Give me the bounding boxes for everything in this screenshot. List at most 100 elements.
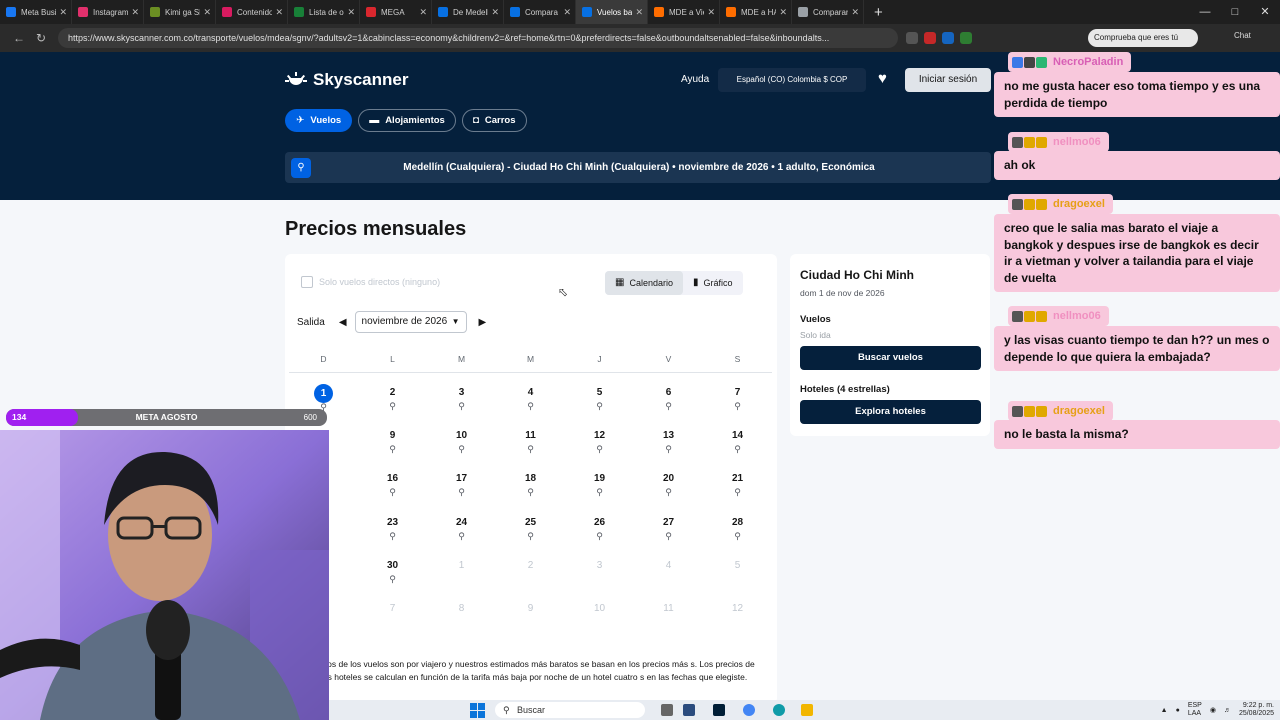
reload-icon[interactable]: ↻	[30, 31, 52, 45]
search-icon[interactable]: ⚲	[734, 401, 741, 412]
browser-tab[interactable]: Vuelos barato✕	[576, 0, 648, 24]
search-icon[interactable]: ⚲	[596, 401, 603, 412]
search-icon[interactable]: ⚲	[596, 444, 603, 455]
next-month-icon[interactable]: ▶	[479, 317, 487, 328]
calendar-day[interactable]: 5 ⚲	[565, 384, 634, 427]
tab-alojamientos[interactable]: ▬ Alojamientos	[358, 109, 456, 132]
browser-tab[interactable]: Contenido del✕	[216, 0, 288, 24]
search-icon[interactable]: ⚲	[458, 531, 465, 542]
calendar-day[interactable]: 18 ⚲	[496, 470, 565, 513]
calendar-day[interactable]: 17 ⚲	[427, 470, 496, 513]
search-flights-button[interactable]: Buscar vuelos	[800, 346, 981, 370]
extension-icon[interactable]	[924, 32, 936, 44]
close-window-icon[interactable]: ✕	[1250, 0, 1280, 24]
search-icon[interactable]: ⚲	[596, 487, 603, 498]
language-indicator[interactable]: ESP LAA	[1188, 702, 1202, 718]
extension-icon[interactable]	[942, 32, 954, 44]
minimize-icon[interactable]: —	[1190, 0, 1220, 24]
chrome-icon[interactable]	[743, 704, 755, 716]
login-button[interactable]: Iniciar sesión	[905, 68, 991, 92]
search-summary-text[interactable]: Medellín (Cualquiera) - Ciudad Ho Chi Mi…	[317, 162, 991, 173]
photoshop-icon[interactable]	[713, 704, 725, 716]
help-link[interactable]: Ayuda	[681, 74, 709, 85]
browser-tab[interactable]: Kimi ga Shinu✕	[144, 0, 216, 24]
search-icon[interactable]: ⚲	[389, 444, 396, 455]
search-icon[interactable]: ⚲	[389, 401, 396, 412]
wifi-icon[interactable]: ◉	[1210, 706, 1216, 714]
search-button[interactable]: ⚲	[285, 152, 317, 183]
close-tab-icon[interactable]: ✕	[59, 7, 67, 18]
browser-tab[interactable]: MDE a Vietnam✕	[648, 0, 720, 24]
search-icon[interactable]: ⚲	[389, 574, 396, 585]
calendar-day[interactable]: 12 ⚲	[565, 427, 634, 470]
close-tab-icon[interactable]: ✕	[203, 7, 211, 18]
search-icon[interactable]: ⚲	[734, 487, 741, 498]
search-icon[interactable]: ⚲	[458, 444, 465, 455]
calendar-day[interactable]: 16 ⚲	[358, 470, 427, 513]
calendar-day[interactable]: 14 ⚲	[703, 427, 772, 470]
calendar-day[interactable]: 21 ⚲	[703, 470, 772, 513]
close-tab-icon[interactable]: ✕	[491, 7, 499, 18]
month-select[interactable]: noviembre de 2026 ▼	[354, 311, 467, 333]
close-tab-icon[interactable]: ✕	[131, 7, 139, 18]
locale-button[interactable]: Español (CO) Colombia $ COP	[718, 68, 866, 92]
extension-icon[interactable]	[960, 32, 972, 44]
browser-tab[interactable]: Lista de obras✕	[288, 0, 360, 24]
close-tab-icon[interactable]: ✕	[635, 7, 643, 18]
direct-flights-checkbox[interactable]: Solo vuelos directos (ninguno)	[301, 276, 440, 288]
calendar-day[interactable]: 13 ⚲	[634, 427, 703, 470]
checkbox-box[interactable]	[301, 276, 313, 288]
back-icon[interactable]: ←	[8, 31, 30, 45]
calendar-day[interactable]: 3 ⚲	[427, 384, 496, 427]
browser-tab[interactable]: MDE a HAN, 2✕	[720, 0, 792, 24]
browser-tab[interactable]: Meta Business✕	[0, 0, 72, 24]
search-summary-bar[interactable]: ⚲ Medellín (Cualquiera) - Ciudad Ho Chi …	[285, 152, 991, 183]
calendar-day[interactable]: 9 ⚲	[358, 427, 427, 470]
file-explorer-icon[interactable]	[661, 704, 673, 716]
search-icon[interactable]: ⚲	[527, 401, 534, 412]
mic-icon[interactable]: ●	[1176, 707, 1180, 714]
system-clock[interactable]: 9:22 p. m. 25/08/2025	[1239, 702, 1274, 718]
close-tab-icon[interactable]: ✕	[707, 7, 715, 18]
new-tab-button[interactable]: +	[864, 4, 893, 21]
tab-carros[interactable]: ◘ Carros	[461, 109, 527, 132]
search-icon[interactable]: ⚲	[389, 487, 396, 498]
calendar-day[interactable]: 6 ⚲	[634, 384, 703, 427]
calendar-day[interactable]: 26 ⚲	[565, 514, 634, 557]
heart-icon[interactable]: ♥	[878, 70, 887, 87]
chevron-up-icon[interactable]: ▲	[1161, 707, 1168, 714]
calendar-day[interactable]: 25 ⚲	[496, 514, 565, 557]
calendar-day[interactable]: 27 ⚲	[634, 514, 703, 557]
folder-icon[interactable]	[801, 704, 813, 716]
url-field[interactable]: https://www.skyscanner.com.co/transporte…	[58, 28, 898, 48]
copilot-chat-button[interactable]: Chat	[1234, 31, 1251, 40]
calendar-day[interactable]: 7 ⚲	[703, 384, 772, 427]
browser-tab[interactable]: Instagram ✕	[72, 0, 144, 24]
calendar-day[interactable]: 19 ⚲	[565, 470, 634, 513]
explore-hotels-button[interactable]: Explora hoteles	[800, 400, 981, 424]
close-tab-icon[interactable]: ✕	[779, 7, 787, 18]
search-icon[interactable]: ⚲	[458, 487, 465, 498]
calendar-day[interactable]: 23 ⚲	[358, 514, 427, 557]
windows-start-icon[interactable]	[470, 703, 485, 718]
edge-icon[interactable]	[773, 704, 785, 716]
calendar-day[interactable]: 4 ⚲	[496, 384, 565, 427]
close-tab-icon[interactable]: ✕	[419, 7, 427, 18]
search-icon[interactable]: ⚲	[527, 487, 534, 498]
skyscanner-logo[interactable]: Skyscanner	[285, 70, 408, 90]
close-tab-icon[interactable]: ✕	[347, 7, 355, 18]
prev-month-icon[interactable]: ◀	[339, 317, 347, 328]
chart-view-button[interactable]: ▮ Gráfico	[683, 271, 743, 295]
browser-tab[interactable]: MEGA ✕	[360, 0, 432, 24]
calendar-day[interactable]: 28 ⚲	[703, 514, 772, 557]
close-tab-icon[interactable]: ✕	[275, 7, 283, 18]
calendar-view-button[interactable]: ▦ Calendario	[605, 271, 683, 295]
search-icon[interactable]: ⚲	[389, 531, 396, 542]
search-icon[interactable]: ⚲	[665, 444, 672, 455]
app-icon[interactable]	[683, 704, 695, 716]
calendar-day[interactable]: 30 ⚲	[358, 557, 427, 600]
calendar-day[interactable]: 20 ⚲	[634, 470, 703, 513]
calendar-day[interactable]: 10 ⚲	[427, 427, 496, 470]
search-icon[interactable]: ⚲	[665, 401, 672, 412]
search-icon[interactable]: ⚲	[458, 401, 465, 412]
